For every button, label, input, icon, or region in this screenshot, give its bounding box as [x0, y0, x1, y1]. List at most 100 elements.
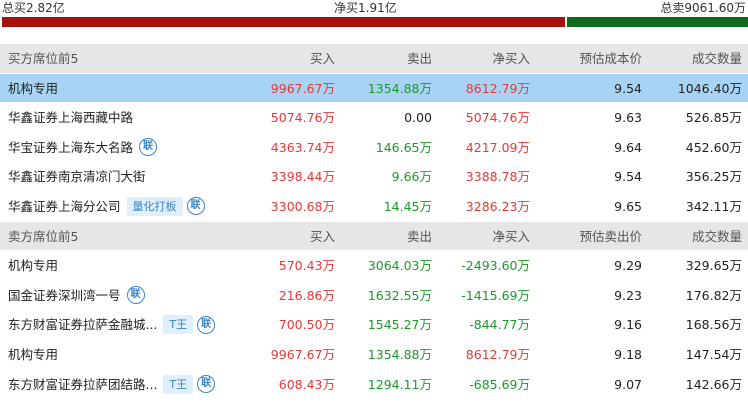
- volume-cell: 452.60万: [685, 139, 742, 155]
- sell-ratio-fill: [565, 17, 748, 27]
- table-row[interactable]: 东方财富证券拉萨团结路... T王联 608.43万 1294.11万 -685.69万…: [0, 370, 748, 400]
- est-price-cell: 9.16: [614, 317, 642, 333]
- seat-name-cell[interactable]: 东方财富证券拉萨金融城... T王联: [8, 310, 216, 339]
- table-row[interactable]: 机构专用 9967.67万 1354.88万 8612.79万 9.54 1046.40万: [0, 73, 748, 104]
- total-sell-label: 总卖9061.60万: [660, 1, 746, 15]
- seat-name-cell[interactable]: 机构专用: [8, 340, 58, 369]
- sell-amount-cell: 146.65万: [375, 139, 432, 155]
- col-volume-header[interactable]: 成交数量: [692, 222, 742, 251]
- sell-amount-cell: 14.45万: [383, 198, 432, 214]
- seat-table: 买方席位前5 买入 卖出 净买入 预估成本价 成交数量 机构专用 9967.67万 1354.8…: [0, 44, 748, 400]
- seat-tag-badge[interactable]: 量化打板: [126, 196, 183, 216]
- seat-name-cell[interactable]: 机构专用: [8, 74, 58, 103]
- volume-cell: 356.25万: [685, 169, 742, 185]
- buy-amount-cell: 9967.67万: [270, 346, 335, 362]
- col-volume-header[interactable]: 成交数量: [692, 44, 742, 73]
- table-row[interactable]: 华鑫证券上海分公司 量化打板联 3300.68万 14.45万 3286.23万 9.65…: [0, 192, 748, 222]
- summary-strip: 总买2.82亿 净买1.91亿 总卖9061.60万: [0, 0, 748, 16]
- volume-cell: 526.85万: [685, 110, 742, 126]
- net-buy-cell: 8612.79万: [465, 346, 530, 362]
- linked-seat-icon[interactable]: 联: [139, 138, 158, 157]
- col-price-header[interactable]: 预估成本价: [579, 44, 642, 73]
- table-row[interactable]: 机构专用 9967.67万 1354.88万 8612.79万 9.18 147.54万: [0, 340, 748, 370]
- buy-amount-cell: 4363.74万: [270, 139, 335, 155]
- seat-name-cell[interactable]: 国金证券深圳湾一号联: [8, 281, 145, 310]
- seat-name[interactable]: 华鑫证券南京清凉门大街: [8, 162, 146, 191]
- seat-name-cell[interactable]: 华鑫证券上海西藏中路: [8, 103, 133, 132]
- est-price-cell: 9.23: [614, 287, 642, 303]
- buy-amount-cell: 570.43万: [278, 258, 335, 274]
- seat-name-cell[interactable]: 东方财富证券拉萨团结路... T王联: [8, 370, 216, 399]
- buy-amount-cell: 608.43万: [278, 376, 335, 392]
- buy-ratio-fill: [2, 17, 566, 27]
- seat-name[interactable]: 机构专用: [8, 74, 58, 103]
- buy-sell-ratio-bar: [2, 17, 748, 27]
- sell-amount-cell: 1632.55万: [367, 287, 432, 303]
- net-buy-cell: 3286.23万: [465, 198, 530, 214]
- volume-cell: 329.65万: [685, 258, 742, 274]
- col-net-header[interactable]: 净买入: [492, 44, 530, 73]
- est-price-cell: 9.29: [614, 258, 642, 274]
- sell-amount-cell: 9.66万: [391, 169, 432, 185]
- buy-amount-cell: 700.50万: [278, 317, 335, 333]
- sell-section-header: 卖方席位前5 买入 卖出 净买入 预估卖出价 成交数量: [0, 221, 748, 252]
- est-price-cell: 9.64: [614, 139, 642, 155]
- table-row[interactable]: 华宝证券上海东大名路联 4363.74万 146.65万 4217.09万 9.64 45…: [0, 133, 748, 163]
- col-buy-header[interactable]: 买入: [310, 44, 335, 73]
- table-row[interactable]: 华鑫证券南京清凉门大街 3398.44万 9.66万 3388.78万 9.54 356.…: [0, 162, 748, 192]
- col-sell-header[interactable]: 卖出: [407, 222, 432, 251]
- buy-amount-cell: 216.86万: [278, 287, 335, 303]
- sell-amount-cell: 1294.11万: [367, 376, 432, 392]
- col-price-header[interactable]: 预估卖出价: [579, 222, 642, 251]
- seat-name-cell[interactable]: 华鑫证券上海分公司 量化打板联: [8, 192, 205, 221]
- volume-cell: 142.66万: [685, 376, 742, 392]
- volume-cell: 176.82万: [685, 287, 742, 303]
- sell-amount-cell: 0.00: [404, 110, 432, 126]
- seat-name[interactable]: 东方财富证券拉萨团结路...: [8, 370, 157, 399]
- net-buy-label: 净买1.91亿: [334, 1, 397, 15]
- seat-name[interactable]: 机构专用: [8, 340, 58, 369]
- seat-tag-badge[interactable]: T王: [163, 315, 194, 335]
- volume-cell: 342.11万: [685, 198, 742, 214]
- col-net-header[interactable]: 净买入: [492, 222, 530, 251]
- seat-name[interactable]: 国金证券深圳湾一号: [8, 281, 121, 310]
- net-buy-cell: -1415.69万: [461, 287, 530, 303]
- col-sell-header[interactable]: 卖出: [407, 44, 432, 73]
- seat-name[interactable]: 华鑫证券上海分公司: [8, 192, 121, 221]
- seat-name[interactable]: 华宝证券上海东大名路: [8, 133, 133, 162]
- est-price-cell: 9.07: [614, 376, 642, 392]
- seat-tag-badge[interactable]: T王: [163, 374, 194, 394]
- volume-cell: 1046.40万: [677, 80, 742, 96]
- est-price-cell: 9.18: [614, 346, 642, 362]
- table-row[interactable]: 东方财富证券拉萨金融城... T王联 700.50万 1545.27万 -844.77万…: [0, 310, 748, 340]
- volume-cell: 168.56万: [685, 317, 742, 333]
- linked-seat-icon[interactable]: 联: [197, 375, 216, 394]
- sell-amount-cell: 1545.27万: [367, 317, 432, 333]
- seat-name-cell[interactable]: 华宝证券上海东大名路联: [8, 133, 158, 162]
- total-buy-label: 总买2.82亿: [2, 1, 65, 15]
- est-price-cell: 9.65: [614, 198, 642, 214]
- table-row[interactable]: 机构专用 570.43万 3064.03万 -2493.60万 9.29 329.65万: [0, 251, 748, 281]
- net-buy-cell: -2493.60万: [461, 258, 530, 274]
- net-buy-cell: -844.77万: [469, 317, 530, 333]
- est-price-cell: 9.54: [614, 80, 642, 96]
- col-seat-header: 买方席位前5: [8, 51, 79, 66]
- linked-seat-icon[interactable]: 联: [186, 197, 205, 216]
- linked-seat-icon[interactable]: 联: [126, 286, 145, 305]
- net-buy-cell: 3388.78万: [465, 169, 530, 185]
- net-buy-cell: 8612.79万: [465, 80, 530, 96]
- seat-name-cell[interactable]: 华鑫证券南京清凉门大街: [8, 162, 146, 191]
- seat-name-cell[interactable]: 机构专用: [8, 251, 58, 280]
- seat-name[interactable]: 机构专用: [8, 251, 58, 280]
- col-buy-header[interactable]: 买入: [310, 222, 335, 251]
- buy-amount-cell: 5074.76万: [270, 110, 335, 126]
- table-row[interactable]: 国金证券深圳湾一号联 216.86万 1632.55万 -1415.69万 9.23 17…: [0, 281, 748, 311]
- buy-amount-cell: 9967.67万: [270, 80, 335, 96]
- linked-seat-icon[interactable]: 联: [197, 315, 216, 334]
- est-price-cell: 9.54: [614, 169, 642, 185]
- seat-name[interactable]: 东方财富证券拉萨金融城...: [8, 310, 157, 339]
- sell-amount-cell: 1354.88万: [367, 80, 432, 96]
- seat-name[interactable]: 华鑫证券上海西藏中路: [8, 103, 133, 132]
- table-row[interactable]: 华鑫证券上海西藏中路 5074.76万 0.00 5074.76万 9.63 526.85…: [0, 103, 748, 133]
- buy-amount-cell: 3300.68万: [270, 198, 335, 214]
